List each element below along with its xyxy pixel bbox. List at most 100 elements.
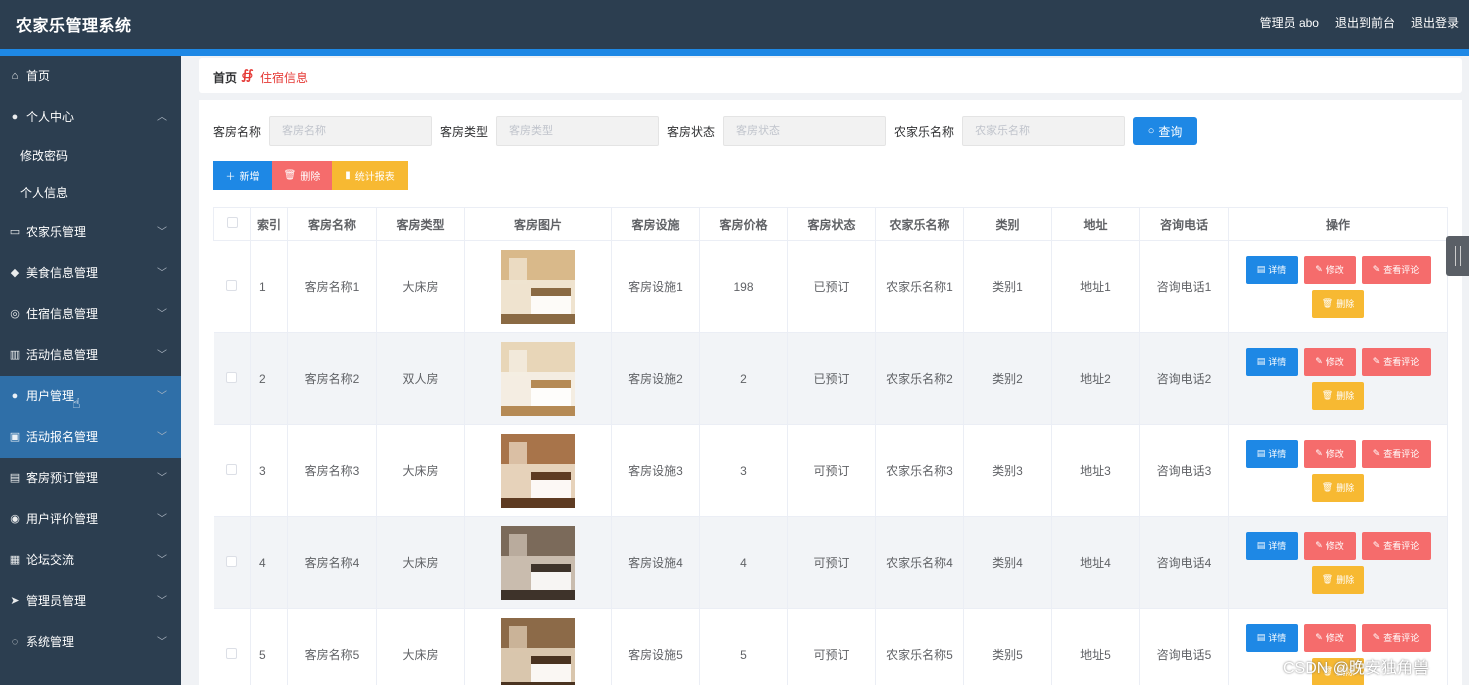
select-all-cell[interactable] [213, 207, 251, 241]
document-icon: ▤ [1256, 632, 1266, 642]
user-icon: ● [11, 111, 19, 123]
row-delete-button[interactable]: 🗑 删除 [1312, 381, 1364, 410]
sidebar-item-7[interactable]: ▥ 活动信息管理 ﹀ [0, 335, 181, 376]
sidebar-item-4[interactable]: ▭ 农家乐管理 ﹀ [0, 212, 181, 253]
sidebar-item-8[interactable]: ● 用户管理 ﹀ [0, 376, 181, 417]
pencil-icon: ✎ [1372, 540, 1381, 550]
cell-name: 客房名称3 [287, 424, 377, 517]
detail-button[interactable]: ▤ 详情 [1245, 347, 1298, 376]
column-header: 客房价格 [699, 207, 788, 241]
header-accent-bar [0, 49, 1469, 56]
select-all-checkbox[interactable] [226, 217, 238, 228]
detail-button[interactable]: ▤ 详情 [1245, 439, 1298, 468]
pencil-icon: ✎ [1315, 632, 1323, 642]
chart-icon: ▥ [9, 349, 21, 361]
delete-button[interactable]: 🗑 删除 [272, 161, 332, 190]
row-delete-button[interactable]: 🗑 删除 [1312, 289, 1364, 318]
report-button[interactable]: ▮ 统计报表 [332, 161, 408, 190]
cell-address: 地址4 [1051, 516, 1140, 609]
logout-link[interactable]: 退出登录 [1411, 14, 1459, 31]
sidebar-item-11[interactable]: ◉ 用户评价管理 ﹀ [0, 499, 181, 540]
pencil-icon: ✎ [1315, 356, 1323, 366]
table-row[interactable]: 3 客房名称3 大床房 客房设施3 3 可预订 农家乐名称3 类别3 地址3 咨询电话3 ▤ 详情 ✎ 修… [213, 424, 1448, 517]
cell-status: 可预订 [787, 516, 876, 609]
edit-label: 修改 [1325, 265, 1344, 275]
row-select-cell[interactable] [213, 516, 251, 609]
row-checkbox[interactable] [226, 463, 238, 475]
room-status-label: 客房状态 [667, 124, 716, 139]
sidebar-item-12[interactable]: ▦ 论坛交流 ﹀ [0, 540, 181, 581]
sidebar-item-label: 住宿信息管理 [26, 307, 99, 321]
view-review-button[interactable]: ✎ 查看评论 [1361, 347, 1431, 376]
room-name-input[interactable]: 客房名称 [269, 116, 433, 146]
view-review-button[interactable]: ✎ 查看评论 [1361, 531, 1431, 560]
sidebar-item-13[interactable]: ➤ 管理员管理 ﹀ [0, 581, 181, 622]
column-header: 操作 [1228, 207, 1448, 241]
breadcrumb-home[interactable]: 首页 [213, 69, 237, 86]
action-bar: ＋ 新增 🗑 删除 ▮ 统计报表 [213, 161, 408, 190]
row-delete-button[interactable]: 🗑 删除 [1312, 565, 1364, 594]
breadcrumb-separator-icon: ∯ [241, 67, 254, 82]
row-select-cell[interactable] [213, 240, 251, 333]
cell-type: 大床房 [376, 516, 465, 609]
drawer-handle[interactable] [1446, 236, 1469, 276]
sidebar-item-0[interactable]: ⌂ 首页 [0, 56, 181, 97]
cell-type: 大床房 [376, 240, 465, 333]
row-select-cell[interactable] [213, 424, 251, 517]
cell-farm: 农家乐名称2 [875, 332, 964, 425]
view-review-button[interactable]: ✎ 查看评论 [1361, 255, 1431, 284]
table-row[interactable]: 4 客房名称4 大床房 客房设施4 4 可预订 农家乐名称4 类别4 地址4 咨询电话4 ▤ 详情 ✎ 修… [213, 516, 1448, 609]
add-label: 新增 [239, 172, 260, 183]
room-status-input[interactable]: 客房状态 [723, 116, 887, 146]
sidebar: ⌂ 首页 ● 个人中心 ︿ 修改密码个人信息 ▭ 农家乐管理 ﹀ ◆ 美食信息管理 ﹀ ◎ 住宿信息管理 ﹀… [0, 56, 181, 685]
row-select-cell[interactable] [213, 608, 251, 685]
breadcrumb: 首页 ∯ 住宿信息 [199, 58, 1462, 93]
farm-name-input[interactable]: 农家乐名称 [962, 116, 1126, 146]
query-button[interactable]: ○ 查询 [1133, 117, 1198, 145]
chevron-down-icon: ﹀ [157, 637, 167, 648]
row-checkbox[interactable] [226, 279, 238, 291]
sidebar-item-14[interactable]: ◌ 系统管理 ﹀ [0, 622, 181, 663]
view-review-button[interactable]: ✎ 查看评论 [1361, 623, 1431, 652]
cell-name: 客房名称5 [287, 608, 377, 685]
row-select-cell[interactable] [213, 332, 251, 425]
sidebar-item-6[interactable]: ◎ 住宿信息管理 ﹀ [0, 294, 181, 335]
edit-button[interactable]: ✎ 修改 [1303, 347, 1356, 376]
detail-button[interactable]: ▤ 详情 [1245, 531, 1298, 560]
table-row[interactable]: 5 客房名称5 大床房 客房设施5 5 可预订 农家乐名称5 类别5 地址5 咨询电话5 ▤ 详情 ✎ 修… [213, 608, 1448, 685]
row-checkbox[interactable] [226, 555, 238, 567]
sidebar-item-3[interactable]: 个人信息 [0, 175, 181, 212]
detail-label: 详情 [1268, 633, 1287, 643]
sidebar-item-1[interactable]: ● 个人中心 ︿ [0, 97, 181, 138]
chevron-down-icon: ﹀ [157, 514, 167, 525]
edit-button[interactable]: ✎ 修改 [1303, 255, 1356, 284]
header-actions: 管理员 abo 退出到前台 退出登录 [1260, 14, 1459, 31]
detail-button[interactable]: ▤ 详情 [1245, 255, 1298, 284]
edit-button[interactable]: ✎ 修改 [1303, 623, 1356, 652]
column-header: 类别 [963, 207, 1052, 241]
detail-button[interactable]: ▤ 详情 [1245, 623, 1298, 652]
table-row[interactable]: 1 客房名称1 大床房 客房设施1 198 已预订 农家乐名称1 类别1 地址1 咨询电话1 ▤ 详情… [213, 240, 1448, 333]
row-checkbox[interactable] [226, 647, 238, 659]
row-delete-label: 删除 [1336, 391, 1355, 401]
add-button[interactable]: ＋ 新增 [213, 161, 272, 190]
row-delete-button[interactable]: 🗑 删除 [1312, 473, 1364, 502]
table-row[interactable]: 2 客房名称2 双人房 客房设施2 2 已预订 农家乐名称2 类别2 地址2 咨询电话2 ▤ 详情 ✎ 修… [213, 332, 1448, 425]
chevron-down-icon: ﹀ [157, 268, 167, 279]
row-checkbox[interactable] [226, 371, 238, 383]
cell-facility: 客房设施1 [611, 240, 700, 333]
ops-group: ▤ 详情 ✎ 修改 ✎ 查看评论 🗑 删除 [1238, 531, 1438, 594]
search-form: 客房名称 客房名称 客房类型 客房类型 客房状态 客房状态 农家乐名称 农家乐名… [213, 116, 1198, 146]
front-link[interactable]: 退出到前台 [1335, 14, 1395, 31]
sidebar-item-9[interactable]: ▣ 活动报名管理 ﹀ [0, 417, 181, 458]
sidebar-item-5[interactable]: ◆ 美食信息管理 ﹀ [0, 253, 181, 294]
edit-button[interactable]: ✎ 修改 [1303, 531, 1356, 560]
pencil-icon: ✎ [1315, 264, 1323, 274]
view-review-button[interactable]: ✎ 查看评论 [1361, 439, 1431, 468]
sidebar-item-2[interactable]: 修改密码 [0, 138, 181, 175]
sidebar-item-10[interactable]: ▤ 客房预订管理 ﹀ [0, 458, 181, 499]
room-type-input[interactable]: 客房类型 [496, 116, 660, 146]
edit-button[interactable]: ✎ 修改 [1303, 439, 1356, 468]
sidebar-item-label: 修改密码 [20, 149, 69, 163]
cell-facility: 客房设施4 [611, 516, 700, 609]
